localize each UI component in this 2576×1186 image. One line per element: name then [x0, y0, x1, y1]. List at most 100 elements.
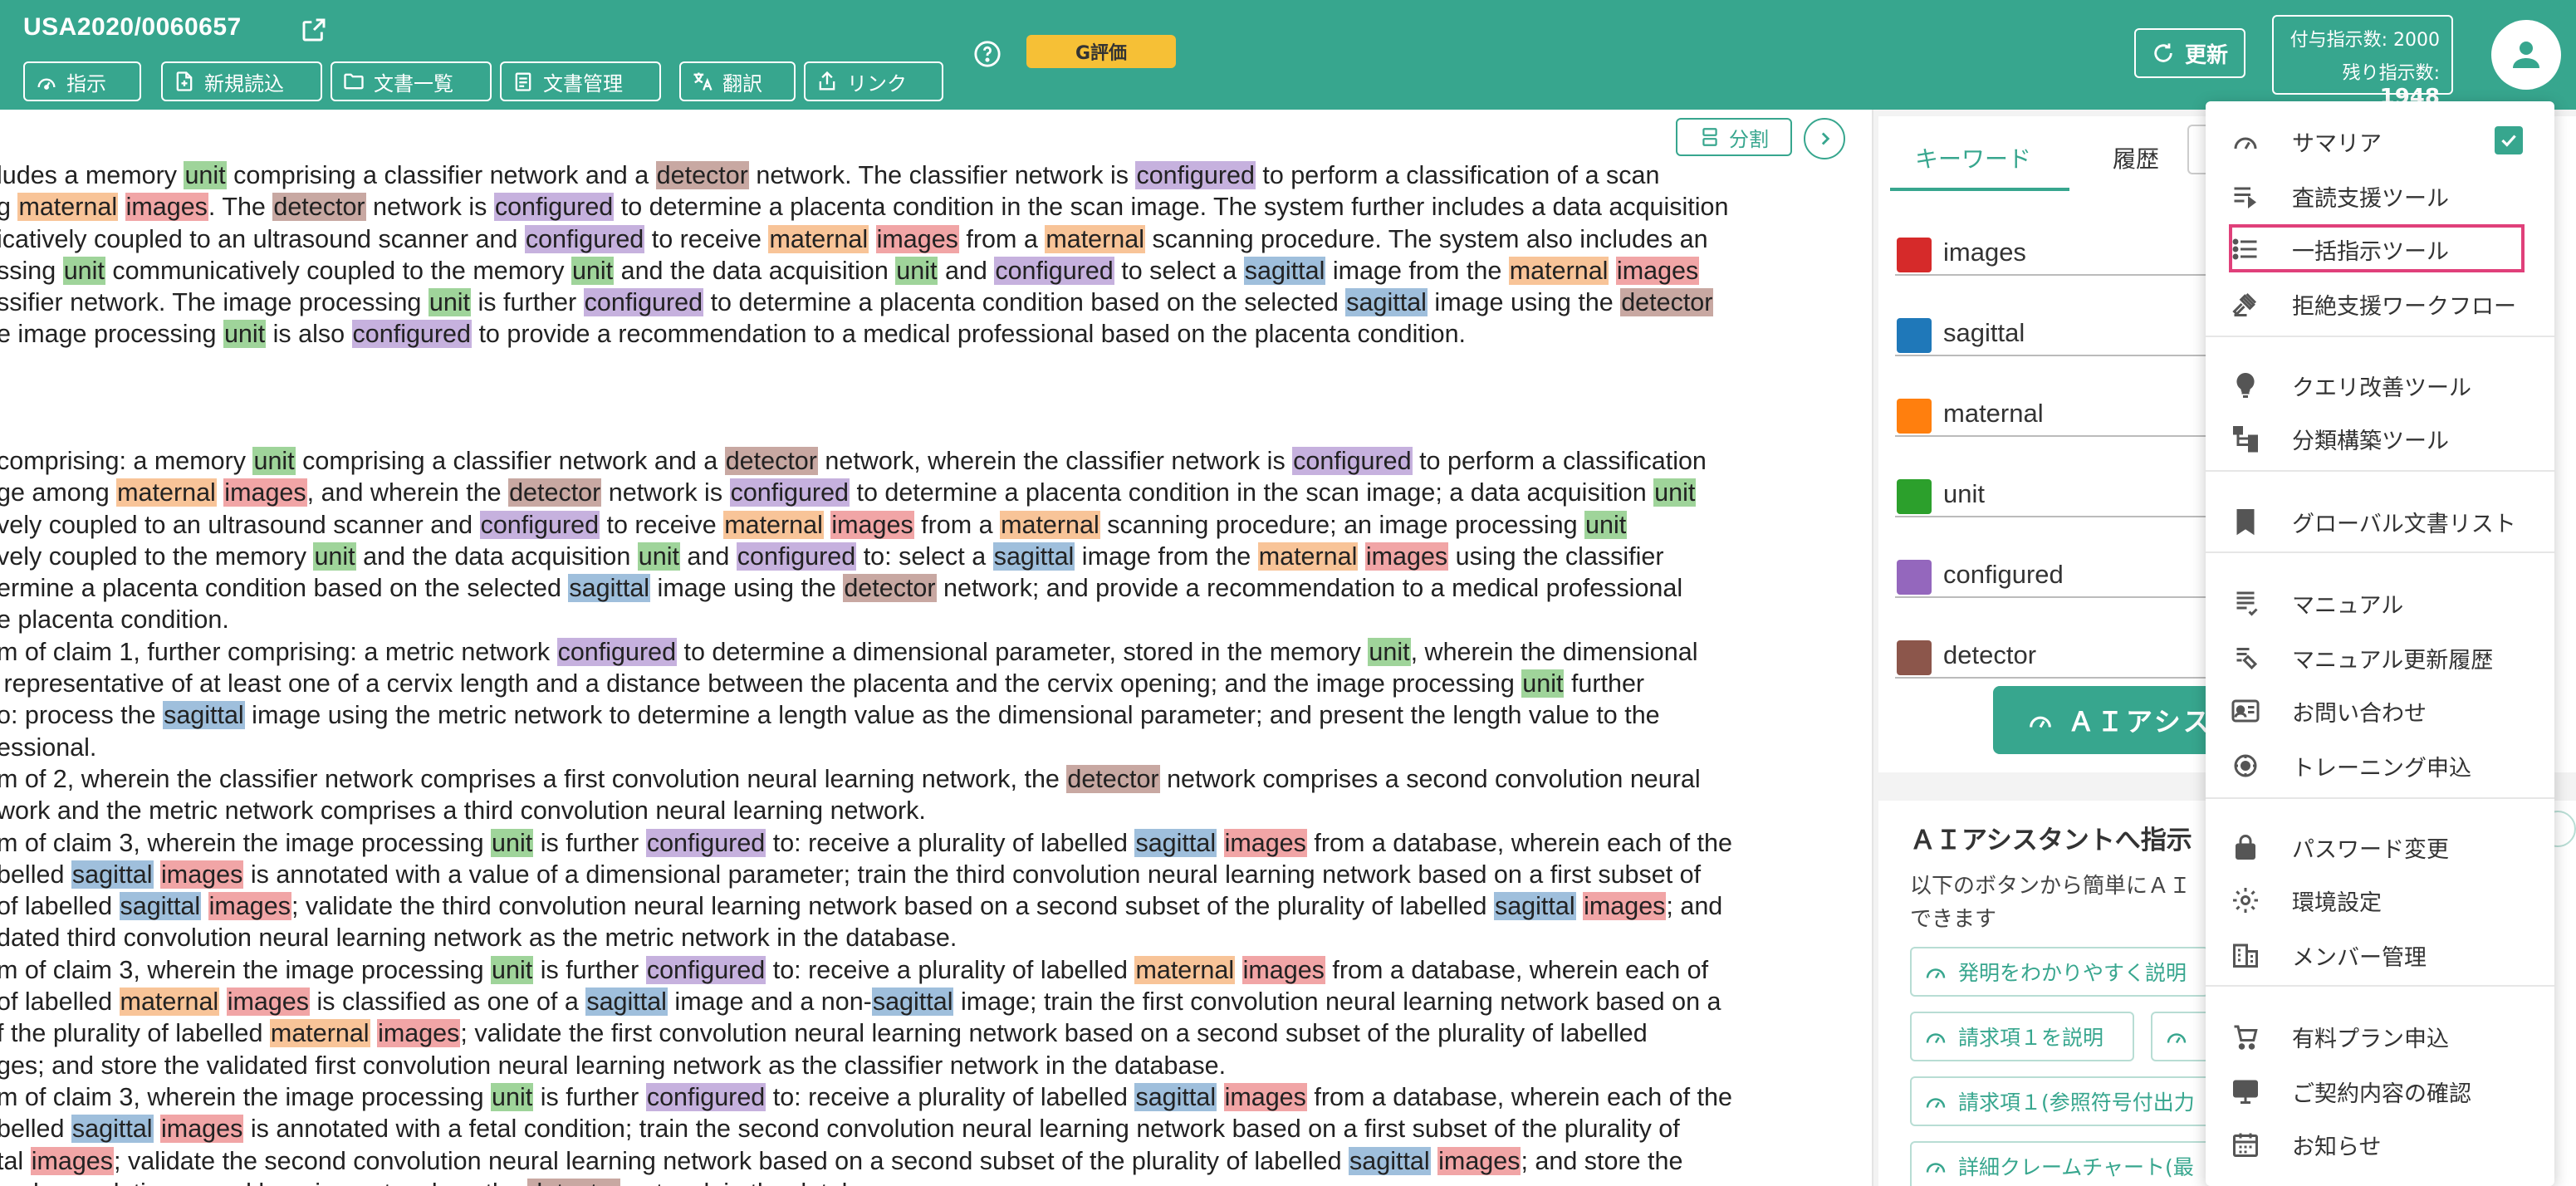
keyword-highlight-unit: unit: [428, 288, 472, 317]
grade-badge[interactable]: G評価: [1026, 35, 1176, 68]
keyword-highlight-unit: unit: [62, 256, 105, 285]
keyword-highlight-images: images: [125, 193, 208, 222]
ai-instruction-desc-2: できます: [1910, 907, 1997, 932]
menu-item-calendar[interactable]: お知らせ: [2206, 1120, 2554, 1169]
menu-item-manual-history[interactable]: マニュアル更新履歴: [2206, 633, 2554, 683]
menu-item-cart[interactable]: 有料プラン申込: [2206, 1012, 2554, 1061]
menu-item-bookmark[interactable]: グローバル文書リスト: [2206, 497, 2554, 546]
keyword-highlight-sagittal: sagittal: [1134, 1082, 1217, 1111]
keyword-row-maternal[interactable]: maternal: [1895, 387, 2244, 437]
monitor-icon: [2233, 1080, 2258, 1104]
keyword-row-images[interactable]: images: [1895, 226, 2244, 276]
doc-list-button[interactable]: 文書一覧: [331, 61, 492, 101]
doc-list-label: 文書一覧: [374, 71, 453, 96]
keyword-text: configured: [1943, 560, 2064, 589]
ai-suggestion-button[interactable]: 発明をわかりやすく説明: [1910, 947, 2209, 997]
keyword-highlight-configured: configured: [479, 510, 600, 539]
hierarchy-icon: [2233, 426, 2258, 453]
translate-button[interactable]: 翻訳: [679, 61, 796, 101]
ai-suggestion-button[interactable]: 詳細クレームチャート(最: [1910, 1141, 2217, 1186]
keyword-highlight-detector: detector: [1620, 288, 1714, 317]
keyword-row-sagittal[interactable]: sagittal: [1895, 306, 2244, 356]
keyword-highlight-unit: unit: [571, 256, 615, 285]
menu-item-label: マニュアル更新履歴: [2292, 647, 2494, 674]
user-avatar-button[interactable]: [2491, 20, 2561, 90]
external-link-icon[interactable]: [301, 17, 327, 43]
menu-item-list-arrow[interactable]: 査読支援ツール: [2206, 171, 2554, 221]
translate-label: 翻訳: [722, 71, 762, 96]
text-line: tal images; validate the second convolut…: [0, 1146, 1683, 1175]
keyword-highlight-images: images: [1223, 1082, 1307, 1111]
keyword-color-swatch[interactable]: [1897, 318, 1932, 353]
keyword-row-unit[interactable]: unit: [1895, 468, 2244, 517]
check-icon: [2501, 135, 2516, 147]
keyword-row-configured[interactable]: configured: [1895, 548, 2244, 598]
menu-item-members[interactable]: メンバー管理: [2206, 930, 2554, 980]
menu-item-lightbulb[interactable]: クエリ改善ツール: [2206, 360, 2554, 410]
menu-item-lock[interactable]: パスワード変更: [2206, 822, 2554, 872]
keyword-highlight-images: images: [208, 892, 291, 921]
keyword-highlight-images: images: [1437, 1146, 1521, 1175]
keyword-highlight-configured: configured: [524, 224, 645, 253]
ai-suggestion-label: 詳細クレームチャート(最: [1958, 1155, 2194, 1179]
text-line: of labelled maternal images is classifie…: [0, 988, 1721, 1017]
keyword-highlight-images: images: [830, 510, 914, 539]
link-button[interactable]: リンク: [804, 61, 943, 101]
text-line: belled sagittal images is annotated with…: [0, 860, 1702, 889]
menu-item-manual[interactable]: マニュアル: [2206, 578, 2554, 628]
keyword-highlight-images: images: [875, 224, 959, 253]
split-icon: [1702, 128, 1717, 146]
text-line: ond convolution neural learning network …: [0, 1177, 1865, 1186]
manual-icon: [2236, 591, 2258, 616]
help-icon[interactable]: [973, 40, 1002, 68]
menu-item-contact-card[interactable]: お問い合わせ: [2206, 686, 2554, 736]
menu-item-training[interactable]: トレーニング申込: [2206, 741, 2554, 791]
keyword-highlight-maternal: maternal: [1257, 542, 1359, 571]
refresh-icon: [2154, 43, 2172, 62]
tab-keyword[interactable]: キーワード: [1915, 141, 2031, 174]
summary-checkbox[interactable]: [2495, 126, 2523, 154]
menu-item-label: お問い合わせ: [2292, 700, 2427, 727]
keyword-color-swatch[interactable]: [1897, 479, 1932, 514]
new-read-button[interactable]: 新規読込: [161, 61, 322, 101]
keyword-highlight-unit: unit: [895, 256, 938, 285]
menu-item-gear[interactable]: 環境設定: [2206, 875, 2554, 925]
split-view-button[interactable]: 分割: [1676, 118, 1792, 156]
keyword-color-swatch[interactable]: [1897, 399, 1932, 434]
keyword-highlight-sagittal: sagittal: [585, 988, 668, 1017]
keyword-text: maternal: [1943, 399, 2044, 428]
share-icon: [819, 71, 835, 91]
keyword-text: detector: [1943, 640, 2037, 669]
keyword-color-swatch[interactable]: [1897, 560, 1932, 595]
doc-manage-label: 文書管理: [543, 71, 623, 96]
ai-suggestion-button[interactable]: 請求項１を説明: [1910, 1012, 2134, 1061]
ai-suggestion-button[interactable]: 請求項１(参照符号付出力: [1910, 1076, 2217, 1126]
assistant-icon: [2167, 1033, 2187, 1044]
members-icon: [2233, 943, 2258, 968]
keyword-text: unit: [1943, 479, 1985, 508]
keyword-color-swatch[interactable]: [1897, 238, 1932, 272]
text-line: dated third convolution neural learning …: [0, 924, 957, 953]
assistant-icon: [1926, 968, 1946, 979]
tab-history[interactable]: 履歴: [2113, 141, 2159, 174]
keyword-highlight-configured: configured: [736, 542, 857, 571]
menu-item-gavel[interactable]: 拒絶支援ワークフロー: [2206, 279, 2554, 329]
keyword-color-swatch[interactable]: [1897, 640, 1932, 675]
next-arrow-button[interactable]: [1804, 118, 1845, 159]
update-button[interactable]: 更新: [2134, 28, 2245, 78]
doc-manage-button[interactable]: 文書管理: [500, 61, 661, 101]
instruction-count-box: 付与指示数: 2000 残り指示数: 1948: [2272, 15, 2453, 110]
text-line: representative of at least one of a cerv…: [0, 669, 1645, 698]
ai-suggestion-label: 請求項１(参照符号付出力: [1958, 1090, 2195, 1115]
text-line: f the plurality of labelled maternal ima…: [0, 1019, 1648, 1048]
assistant-icon: [1926, 1033, 1946, 1044]
menu-item-label: マニュアル: [2292, 592, 2404, 619]
instruct-button[interactable]: 指示: [23, 61, 141, 101]
menu-item-monitor[interactable]: ご契約内容の確認: [2206, 1066, 2554, 1116]
keyword-highlight-unit: unit: [1653, 478, 1697, 507]
keyword-highlight-configured: configured: [1292, 447, 1413, 475]
cart-icon: [2234, 1025, 2258, 1050]
keyword-highlight-unit: unit: [491, 955, 534, 984]
keyword-row-detector[interactable]: detector: [1895, 629, 2244, 679]
menu-item-hierarchy[interactable]: 分類構築ツール: [2206, 414, 2554, 463]
